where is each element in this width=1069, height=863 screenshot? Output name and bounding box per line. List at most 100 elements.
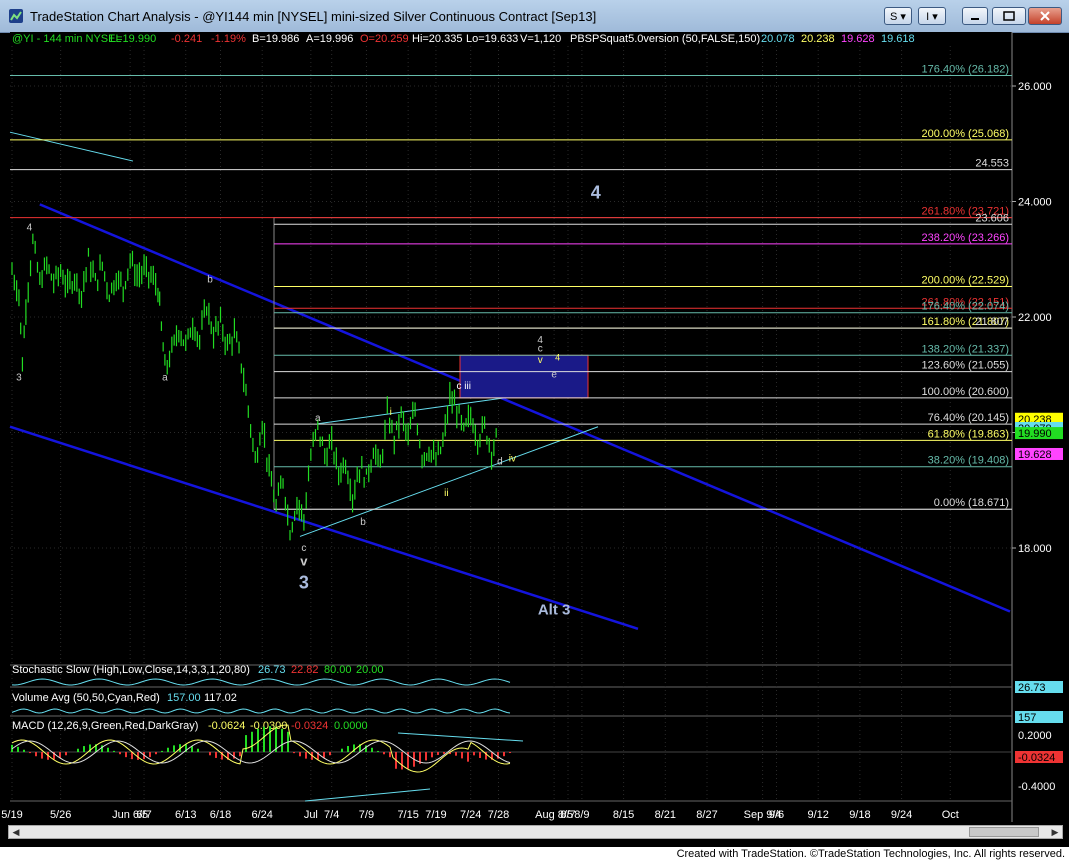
header-study-v1: 20.078 [761, 33, 795, 45]
volume-label: Volume Avg (50,50,Cyan,Red) [12, 692, 160, 704]
time-tick-label: 6/13 [175, 809, 196, 821]
scroll-left-icon[interactable]: ◀ [9, 826, 23, 838]
stochastic-label: Stochastic Slow (High,Low,Close,14,3,3,1… [12, 664, 250, 676]
fib-level-label: 176.40% (26.182) [922, 63, 1009, 75]
wave-label: c [301, 543, 306, 554]
horizontal-scrollbar[interactable]: ◀ ▶ [8, 825, 1063, 839]
time-tick-label: 9/24 [891, 809, 912, 821]
header-study-v3: 19.628 [841, 33, 875, 45]
tradestation-logo-icon [9, 9, 23, 23]
header-bid: B=19.986 [252, 33, 299, 45]
macd-label: MACD (12,26,9,Green,Red,DarkGray) [12, 720, 198, 732]
target-zone-box [459, 354, 589, 399]
close-icon [1040, 11, 1050, 21]
time-tick-label: 5/26 [50, 809, 71, 821]
time-tick-label: 6/18 [210, 809, 231, 821]
stochastic-ob: 80.00 [324, 664, 352, 676]
fib-level-label: 24.553 [975, 158, 1009, 170]
time-tick-label: 7/24 [460, 809, 481, 821]
price-tick-label: 18.000 [1018, 543, 1052, 555]
chart-window: TradeStation Chart Analysis - @YI144 min… [0, 0, 1069, 863]
wave-label: ii [444, 488, 448, 499]
wave-label: b [207, 274, 213, 285]
header-low: Lo=19.633 [466, 33, 518, 45]
copyright-text: Created with TradeStation. ©TradeStation… [676, 848, 1065, 860]
time-tick-label: 8/15 [613, 809, 634, 821]
wave-label: d [497, 456, 503, 467]
fib-level-label: 76.40% (20.145) [928, 412, 1009, 424]
wave-label: a [315, 413, 321, 424]
minimize-button[interactable] [962, 7, 988, 25]
time-tick-label: 8/21 [655, 809, 676, 821]
time-tick-label: 6/24 [251, 809, 272, 821]
time-tick-label: 7/4 [324, 809, 339, 821]
scroll-right-icon[interactable]: ▶ [1048, 826, 1062, 838]
fib-level-label: 176.40% (22.074) [922, 301, 1009, 313]
time-tick-label: 9/18 [849, 809, 870, 821]
plot-background [10, 32, 1012, 825]
time-tick-label: 7/15 [397, 809, 418, 821]
volume-v2: 117.02 [204, 692, 237, 704]
title-bar: TradeStation Chart Analysis - @YI144 min… [0, 0, 1069, 33]
header-open: O=20.259 [360, 33, 409, 45]
copyright-footer: Created with TradeStation. ©TradeStation… [0, 847, 1069, 863]
scroll-thumb[interactable] [969, 827, 1039, 837]
time-tick-label: 8/27 [696, 809, 717, 821]
macd-axis-top: 0.2000 [1018, 730, 1052, 742]
macd-v1: -0.0624 [208, 720, 245, 732]
header-last: L=19.990 [110, 33, 156, 45]
wave-label: iv [509, 453, 516, 464]
macd-v3: -0.0324 [291, 720, 328, 732]
symbol-link-button[interactable]: S ▾ [884, 7, 912, 25]
fib-level-label: 21.807 [975, 316, 1009, 328]
wave-label: i [390, 407, 392, 418]
macd-v4: 0.0000 [334, 720, 368, 732]
price-marker-label: 19.628 [1018, 449, 1052, 461]
time-tick-label: 7/9 [359, 809, 374, 821]
wave-label: 3 [299, 572, 309, 592]
price-tick-label: 26.000 [1018, 81, 1052, 93]
header-study-v4: 19.618 [881, 33, 915, 45]
macd-axis-mid: -0.0324 [1018, 752, 1055, 764]
fib-level-label: 123.60% (21.055) [922, 360, 1009, 372]
fib-level-label: 38.20% (19.408) [928, 455, 1009, 467]
header-ask: A=19.996 [306, 33, 353, 45]
header-high: Hi=20.335 [412, 33, 462, 45]
wave-label: v [538, 355, 543, 366]
time-tick-label: Oct [942, 809, 959, 821]
fib-level-label: 200.00% (25.068) [922, 128, 1009, 140]
time-tick-label: 6/7 [136, 809, 151, 821]
wave-label: v [300, 553, 308, 568]
maximize-button[interactable] [992, 7, 1026, 25]
header-change-pct: -1.19% [211, 33, 246, 45]
price-tick-label: 24.000 [1018, 197, 1052, 209]
header-change: -0.241 [171, 33, 202, 45]
time-tick-label: 7/28 [488, 809, 509, 821]
time-tick-label: 7/19 [425, 809, 446, 821]
wave-label: e [551, 370, 557, 381]
stochastic-os: 20.00 [356, 664, 384, 676]
maximize-icon [1003, 11, 1015, 21]
fib-level-label: 138.20% (21.337) [922, 343, 1009, 355]
price-tick-label: 22.000 [1018, 312, 1052, 324]
time-tick-label: 8/9 [574, 809, 589, 821]
wave-label: b [360, 517, 366, 528]
interval-link-button[interactable]: I ▾ [918, 7, 946, 25]
wave-label: c [538, 344, 543, 355]
time-tick-label: 9/12 [807, 809, 828, 821]
fib-level-label: 0.00% (18.671) [934, 497, 1009, 509]
price-chart[interactable]: 18.00020.00022.00024.00026.000176.40% (2… [0, 32, 1069, 825]
fib-level-label: 100.00% (20.600) [922, 386, 1009, 398]
close-button[interactable] [1028, 7, 1062, 25]
fib-level-label: 61.80% (19.863) [928, 428, 1009, 440]
minimize-icon [971, 18, 979, 20]
wave-label: 4 [591, 183, 601, 203]
header-study-v2: 20.238 [801, 33, 835, 45]
price-marker-label: 19.990 [1018, 428, 1052, 440]
fib-level-label: 200.00% (22.529) [922, 274, 1009, 286]
stochastic-k: 26.73 [258, 664, 286, 676]
volume-v1: 157.00 [167, 692, 201, 704]
macd-axis-bottom: -0.4000 [1018, 781, 1055, 793]
volume-axis-value: 157 [1018, 712, 1036, 724]
header-study: PBSPSquat5.0version (50,FALSE,150) [570, 33, 760, 45]
